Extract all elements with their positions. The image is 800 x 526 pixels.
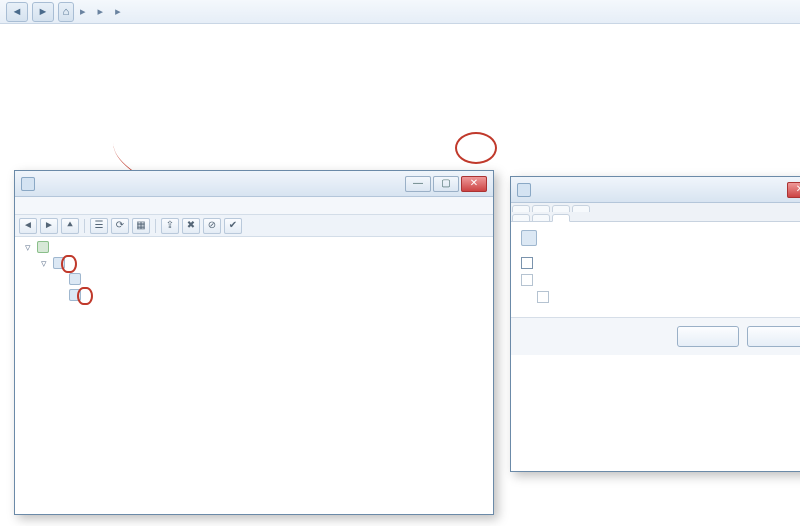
props-tabs	[511, 203, 800, 222]
device-tree[interactable]: ▿ ▿	[15, 237, 493, 311]
nic-icon	[69, 273, 81, 285]
props-body	[511, 222, 800, 317]
computer-icon	[37, 241, 49, 253]
tool-up-icon[interactable]: ⯅	[61, 218, 79, 234]
props-titlebar[interactable]: ✕	[511, 177, 800, 203]
checkbox-allow-power-off[interactable]	[521, 257, 533, 269]
devmgr-titlebar[interactable]: — ▢ ✕	[15, 171, 493, 197]
breadcrumb-toolbar: ◄ ► ⌂ ▸ ▸ ▸	[0, 0, 800, 24]
crumb-sep: ▸	[115, 5, 121, 18]
nav-fwd-button[interactable]: ►	[32, 2, 54, 22]
tool-fwd-icon[interactable]: ►	[40, 218, 58, 234]
devmgr-menubar	[15, 197, 493, 215]
tool-disable-icon[interactable]: ⊘	[203, 218, 221, 234]
close-button[interactable]: ✕	[461, 176, 487, 192]
tool-scan-icon[interactable]: ⟳	[111, 218, 129, 234]
checkbox-allow-wake[interactable]	[521, 274, 533, 286]
cancel-button[interactable]	[747, 326, 800, 347]
tool-uninstall-icon[interactable]: ✖	[182, 218, 200, 234]
crumb-sep: ▸	[80, 5, 86, 18]
tool-enable-icon[interactable]: ✔	[224, 218, 242, 234]
nav-back-button[interactable]: ◄	[6, 2, 28, 22]
maximize-button[interactable]: ▢	[433, 176, 459, 192]
tab-details[interactable]	[512, 214, 530, 221]
props-button-row	[511, 317, 800, 355]
tool-view-icon[interactable]: ▦	[132, 218, 150, 234]
tool-properties-icon[interactable]: ☰	[90, 218, 108, 234]
checkbox-magic-packet[interactable]	[537, 291, 549, 303]
network-adapter-icon	[53, 257, 65, 269]
ok-button[interactable]	[677, 326, 739, 347]
devmgr-iconbar: ◄ ► ⯅ ☰ ⟳ ▦ ⇪ ✖ ⊘ ✔	[15, 215, 493, 237]
tab-power-mgmt[interactable]	[552, 214, 570, 222]
close-button[interactable]: ✕	[787, 182, 800, 198]
tab-general[interactable]	[512, 205, 530, 212]
control-panel-grid	[0, 34, 800, 46]
tab-advanced[interactable]	[532, 205, 550, 212]
minimize-button[interactable]: —	[405, 176, 431, 192]
nic-icon	[521, 230, 537, 246]
annotation-circle-devmgr	[455, 132, 497, 164]
props-title-icon	[517, 183, 531, 197]
tab-about[interactable]	[552, 205, 570, 212]
tool-update-icon[interactable]: ⇪	[161, 218, 179, 234]
tab-driver[interactable]	[572, 205, 590, 212]
tool-back-icon[interactable]: ◄	[19, 218, 37, 234]
page-title	[0, 24, 800, 34]
device-manager-window: — ▢ ✕ ◄ ► ⯅ ☰ ⟳ ▦ ⇪ ✖ ⊘ ✔ ▿ ▿	[14, 170, 494, 515]
breadcrumb-root-icon[interactable]: ⌂	[58, 2, 74, 22]
crumb-sep: ▸	[98, 5, 104, 18]
nic-icon	[69, 289, 81, 301]
tab-resources[interactable]	[532, 214, 550, 221]
nic-properties-window: ✕	[510, 176, 800, 472]
devmgr-title-icon	[21, 177, 35, 191]
